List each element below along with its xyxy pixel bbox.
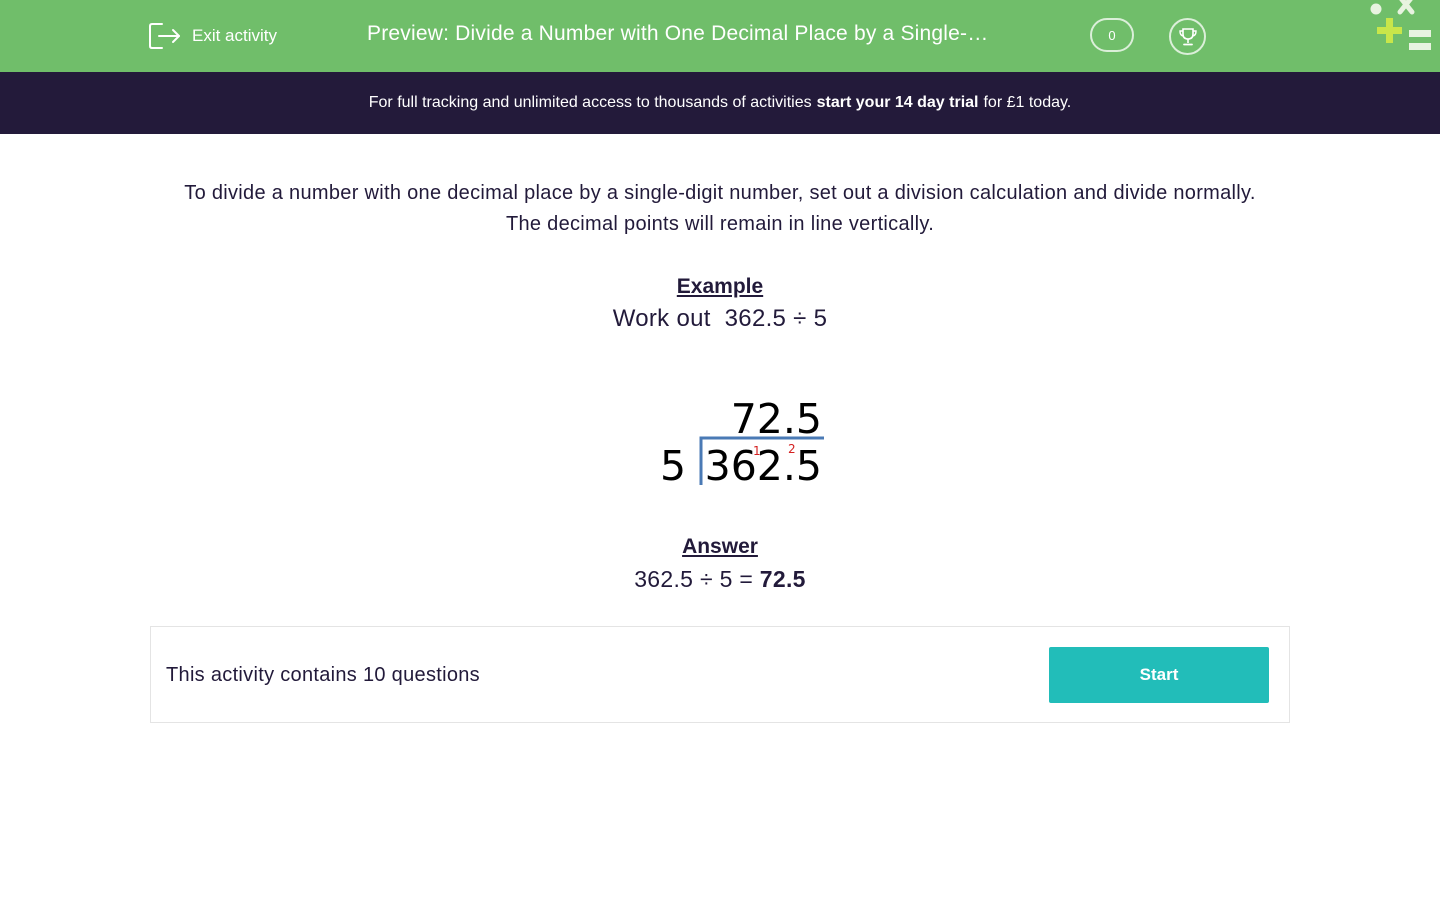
edplace-logo: [1370, 0, 1431, 50]
banner-text-prefix: For full tracking and unlimited access t…: [368, 94, 812, 111]
intro-line-2: The decimal points will remain in line v…: [505, 213, 935, 235]
carry-digit-1: 1: [753, 444, 761, 458]
example-question: Work out 362.5 ÷ 5: [612, 305, 828, 332]
score-badge: 0: [1090, 18, 1134, 52]
intro-text: To divide a number with one decimal plac…: [150, 178, 1290, 240]
exit-icon: [149, 23, 180, 49]
trial-link[interactable]: start your 14 day trial: [817, 94, 979, 112]
exit-activity-button[interactable]: Exit activity: [148, 20, 277, 52]
divisor-text: 5: [660, 442, 686, 490]
quotient-text: 72.5: [731, 395, 822, 443]
trial-banner: For full tracking and unlimited access t…: [0, 72, 1440, 134]
exit-activity-label: Exit activity: [192, 26, 278, 45]
banner-text-suffix: for £1 today.: [983, 94, 1072, 111]
intro-line-1: To divide a number with one decimal plac…: [184, 182, 1256, 204]
trophy-icon: [1178, 27, 1197, 45]
top-bar: Exit activity Preview: Divide a Number w…: [0, 0, 1440, 72]
question-count-text: This activity contains 10 questions: [166, 664, 480, 686]
long-division-diagram: 72.5 5 362.5 1 2: [660, 395, 824, 490]
activity-title: Preview: Divide a Number with One Decima…: [367, 22, 989, 45]
activity-footer: This activity contains 10 questions Star…: [150, 626, 1290, 723]
answer-equation: 362.5 ÷ 5 =: [634, 566, 754, 592]
answer-line: 362.5 ÷ 5 = 72.5: [0, 566, 1440, 593]
carry-digit-2: 2: [788, 442, 796, 456]
answer-heading: Answer: [682, 535, 758, 558]
trophy-button[interactable]: [1169, 18, 1206, 55]
start-button[interactable]: Start: [1049, 647, 1269, 703]
answer-result: 72.5: [759, 566, 806, 592]
example-heading: Example: [676, 275, 764, 298]
dividend-text: 362.5: [705, 442, 822, 490]
